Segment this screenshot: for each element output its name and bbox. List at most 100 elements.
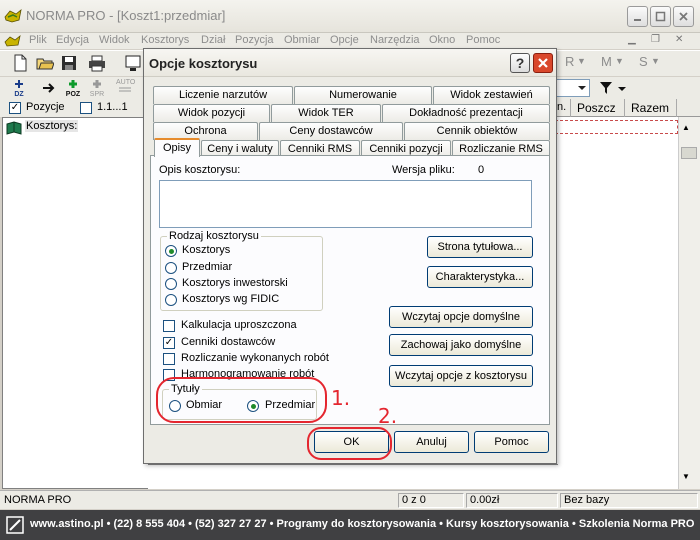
footer-text: www.astino.pl • (22) 8 555 404 • (52) 32… (30, 518, 695, 530)
radio-kosztorys[interactable] (165, 245, 177, 257)
menu-s[interactable]: S (639, 54, 648, 69)
checkbox-rozliczanie[interactable] (163, 353, 175, 365)
column-razem[interactable]: Razem (631, 101, 669, 115)
dz-plus-icon (15, 80, 23, 88)
menu-r[interactable]: R (565, 54, 574, 69)
radio-kosztorys-label[interactable]: Kosztorys (182, 244, 230, 256)
menu-okno[interactable]: Okno (429, 34, 455, 46)
close-icon (679, 12, 688, 21)
radio-kosztorys-fidic-label[interactable]: Kosztorys wg FIDIC (182, 293, 279, 305)
tab-opisy[interactable]: Opisy (154, 138, 200, 157)
save-icon[interactable] (60, 54, 78, 72)
tab-cennik-obiektow[interactable]: Cennik obiektów (404, 122, 550, 140)
close-window-button[interactable] (673, 6, 694, 27)
menu-bar: Plik Edycja Widok Kosztorys Dział Pozycj… (0, 33, 700, 49)
tab-ceny-dostawcow[interactable]: Ceny dostawców (259, 122, 403, 140)
maximize-button[interactable] (650, 6, 671, 27)
radio-przedmiar[interactable] (165, 262, 177, 274)
tab-liczenie-narzutow[interactable]: Liczenie narzutów (153, 86, 293, 104)
main-title-bar: NORMA PRO - [Koszt1:przedmiar] (0, 0, 700, 33)
minimize-button[interactable] (627, 6, 648, 27)
annotation-number-1: 1. (331, 386, 351, 410)
menu-kosztorys[interactable]: Kosztorys (141, 34, 189, 46)
poz-plus-icon (69, 80, 77, 88)
dialog-title: Opcje kosztorysu (149, 56, 258, 71)
mdi-restore-button[interactable]: ❐ (651, 34, 671, 48)
new-file-icon[interactable] (11, 54, 29, 72)
zachowaj-jako-domyslne-button[interactable]: Zachowaj jako domyślne (389, 334, 533, 356)
column-n[interactable]: n. (557, 101, 566, 113)
level-checkbox[interactable] (80, 102, 92, 114)
menu-pomoc[interactable]: Pomoc (466, 34, 500, 46)
scroll-thumb[interactable] (681, 147, 697, 159)
menu-dzial[interactable]: Dział (201, 34, 225, 46)
vertical-scrollbar[interactable]: ▲ ▼ (678, 117, 700, 489)
column-poszcz[interactable]: Poszcz (577, 101, 616, 115)
open-folder-icon[interactable] (36, 54, 54, 72)
annotation-oval-ok (307, 427, 392, 460)
cancel-button[interactable]: Anuluj (394, 431, 469, 453)
dz-icon[interactable]: DZ (10, 79, 28, 98)
radio-przedmiar-label[interactable]: Przedmiar (182, 261, 232, 273)
close-icon (538, 58, 548, 68)
pozycje-checkbox[interactable]: ✓ (9, 102, 21, 114)
auto-icon[interactable]: AUTO (116, 79, 135, 97)
scroll-down-icon[interactable]: ▼ (682, 472, 690, 481)
arrow-right-icon[interactable] (40, 79, 58, 97)
status-base: Bez bazy (560, 493, 698, 508)
mdi-document-icon (4, 34, 21, 47)
checkbox-rozliczanie-label[interactable]: Rozliczanie wykonanych robót (181, 352, 329, 364)
astino-logo-icon (6, 516, 24, 534)
scroll-up-icon[interactable]: ▲ (682, 123, 690, 132)
charakterystyka-button[interactable]: Charakterystyka... (427, 266, 533, 288)
menu-obmiar[interactable]: Obmiar (284, 34, 320, 46)
radio-kosztorys-fidic[interactable] (165, 294, 177, 306)
monitor-icon[interactable] (124, 54, 142, 72)
tab-widok-zestawien[interactable]: Widok zestawień (433, 86, 550, 104)
menu-m[interactable]: M (601, 54, 612, 69)
menu-narzedzia[interactable]: Narzędzia (370, 34, 420, 46)
tab-widok-ter[interactable]: Widok TER (271, 104, 381, 122)
dialog-close-button[interactable] (533, 53, 553, 73)
menu-edycja[interactable]: Edycja (56, 34, 89, 46)
mdi-minimize-button[interactable]: ▁ (628, 34, 648, 48)
print-icon[interactable] (88, 54, 106, 72)
help-button[interactable]: Pomoc (474, 431, 549, 453)
mdi-close-button[interactable]: ✕ (675, 34, 695, 48)
footer-banner: www.astino.pl • (22) 8 555 404 • (52) 32… (0, 510, 700, 540)
menu-plik[interactable]: Plik (29, 34, 47, 46)
annotation-number-2: 2. (378, 404, 398, 428)
checkbox-cenniki-dostawcow[interactable]: ✓ (163, 337, 175, 349)
checkbox-kalkulacja[interactable] (163, 320, 175, 332)
radio-kosztorys-inwestorski-label[interactable]: Kosztorys inwestorski (182, 277, 288, 289)
dz-label: DZ (14, 91, 24, 98)
menu-widok[interactable]: Widok (99, 34, 130, 46)
tab-widok-pozycji[interactable]: Widok pozycji (153, 104, 270, 122)
dialog-title-bar: Opcje kosztorysu ? (144, 49, 556, 77)
pozycje-label: Pozycje (26, 101, 65, 113)
tree-root-kosztorys[interactable]: Kosztorys: (25, 120, 79, 132)
tree-pane: Kosztorys: (2, 117, 162, 489)
filter-button[interactable] (598, 79, 634, 97)
wczytaj-opcje-z-kosztorysu-button[interactable]: Wczytaj opcje z kosztorysu (389, 365, 533, 387)
spr-icon[interactable]: SPR (88, 79, 106, 98)
opis-textarea[interactable] (159, 180, 532, 228)
spr-label: SPR (89, 91, 105, 98)
opis-label: Opis kosztorysu: (159, 164, 241, 176)
strona-tytulowa-button[interactable]: Strona tytułowa... (427, 236, 533, 258)
table-header: n. Poszcz Razem (555, 99, 700, 117)
menu-opcje[interactable]: Opcje (330, 34, 359, 46)
radio-kosztorys-inwestorski[interactable] (165, 278, 177, 290)
checkbox-kalkulacja-label[interactable]: Kalkulacja uproszczona (181, 319, 297, 331)
right-dropdown[interactable] (555, 79, 590, 97)
minimize-icon (634, 19, 641, 21)
dialog-help-button[interactable]: ? (510, 53, 530, 73)
poz-icon[interactable]: POZ (64, 79, 82, 98)
tab-numerowanie[interactable]: Numerowanie (294, 86, 432, 104)
wczytaj-opcje-domyslne-button[interactable]: Wczytaj opcje domyślne (389, 306, 533, 328)
checkbox-cenniki-dostawcow-label[interactable]: Cenniki dostawców (181, 336, 275, 348)
menu-pozycja[interactable]: Pozycja (235, 34, 274, 46)
tab-dokladnosc-prezentacji[interactable]: Dokładność prezentacji (382, 104, 550, 122)
selected-row[interactable] (555, 120, 678, 134)
wersja-label: Wersja pliku: (392, 164, 455, 176)
